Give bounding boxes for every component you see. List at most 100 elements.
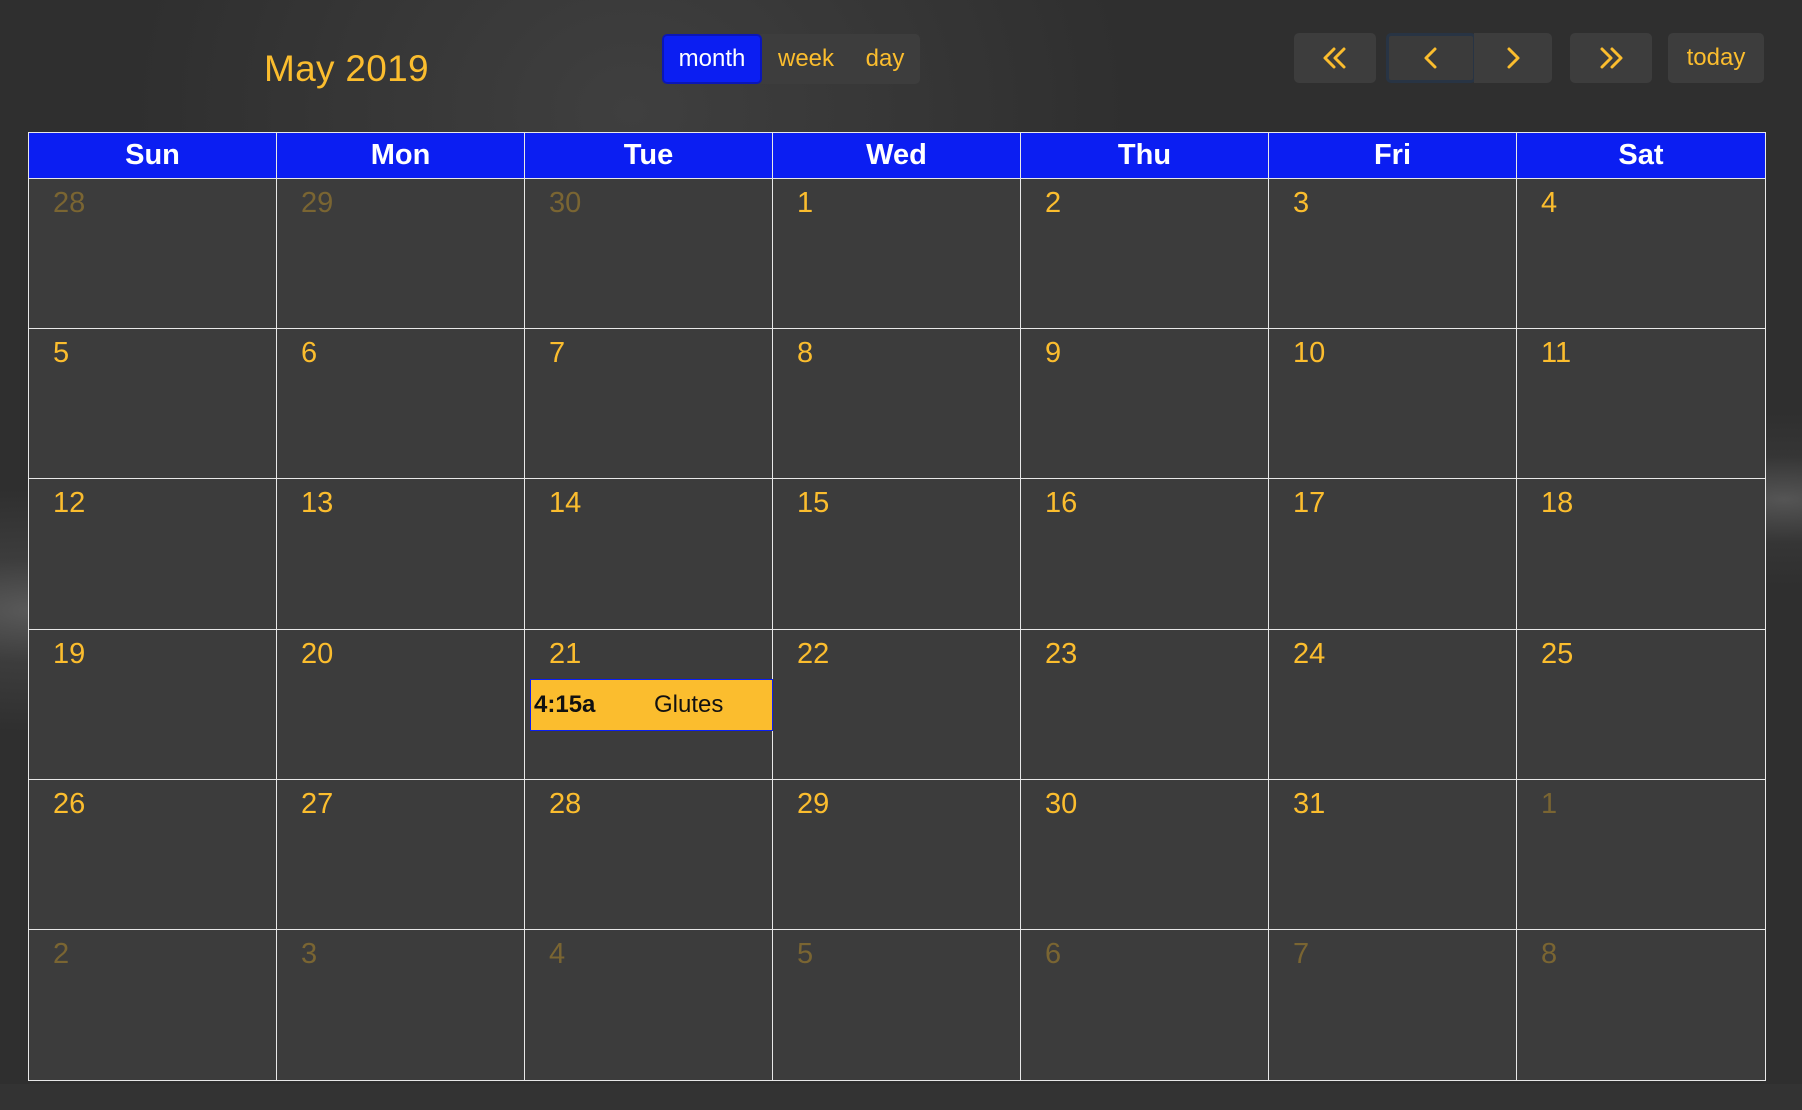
day-cell[interactable]: 25 [1517, 629, 1765, 779]
day-number[interactable]: 8 [1541, 938, 1557, 971]
week-row: 2 3 4 5 6 7 8 [29, 929, 1765, 1080]
day-number[interactable]: 4 [549, 938, 565, 971]
day-cell[interactable]: 2 [29, 929, 277, 1080]
day-number[interactable]: 3 [301, 938, 317, 971]
day-cell[interactable]: 5 [773, 929, 1021, 1080]
day-cell[interactable]: 29 [773, 779, 1021, 929]
day-cell[interactable]: 6 [277, 329, 525, 479]
day-number[interactable]: 18 [1541, 487, 1573, 520]
day-cell[interactable]: 27 [277, 779, 525, 929]
calendar-event[interactable]: 4:15a Glutes [530, 678, 773, 731]
day-number[interactable]: 31 [1293, 788, 1325, 821]
next-month-button[interactable] [1474, 33, 1552, 83]
event-time: 4:15a [534, 690, 596, 718]
day-number[interactable]: 29 [301, 187, 333, 220]
day-cell[interactable]: 3 [277, 929, 525, 1080]
day-number[interactable]: 30 [1045, 788, 1077, 821]
day-number[interactable]: 27 [301, 788, 333, 821]
day-number[interactable]: 9 [1045, 337, 1061, 370]
day-cell[interactable]: 4 [1517, 179, 1765, 329]
day-number[interactable]: 1 [797, 187, 813, 220]
day-number[interactable]: 11 [1541, 337, 1571, 370]
day-number[interactable]: 4 [1541, 187, 1557, 220]
day-number[interactable]: 12 [53, 487, 85, 520]
day-number[interactable]: 6 [1045, 938, 1061, 971]
day-number[interactable]: 20 [301, 638, 333, 671]
day-number[interactable]: 7 [1293, 938, 1309, 971]
day-number[interactable]: 16 [1045, 487, 1077, 520]
day-cell[interactable]: 30 [525, 179, 773, 329]
day-number[interactable]: 19 [53, 638, 85, 671]
day-cell[interactable]: 26 [29, 779, 277, 929]
day-cell[interactable]: 14 [525, 479, 773, 629]
day-cell[interactable]: 3 [1269, 179, 1517, 329]
day-cell[interactable]: 17 [1269, 479, 1517, 629]
day-cell[interactable]: 31 [1269, 779, 1517, 929]
month-view-button[interactable]: month [662, 34, 762, 84]
day-cell[interactable]: 12 [29, 479, 277, 629]
day-cell[interactable]: 18 [1517, 479, 1765, 629]
day-cell[interactable]: 28 [525, 779, 773, 929]
day-cell[interactable]: 7 [525, 329, 773, 479]
prev-month-button[interactable] [1386, 33, 1476, 83]
day-cell[interactable]: 1 [773, 179, 1021, 329]
day-cell[interactable]: 9 [1021, 329, 1269, 479]
day-view-button[interactable]: day [850, 34, 920, 84]
day-number[interactable]: 2 [1045, 187, 1061, 220]
day-number[interactable]: 23 [1045, 638, 1077, 671]
weekday-label: Sun [29, 133, 277, 178]
day-cell[interactable]: 19 [29, 629, 277, 779]
day-cell[interactable]: 16 [1021, 479, 1269, 629]
day-number[interactable]: 5 [797, 938, 813, 971]
day-cell[interactable]: 21 4:15a Glutes [525, 629, 773, 779]
day-cell[interactable]: 13 [277, 479, 525, 629]
weeks-container: 28 29 30 1 2 3 4 5 6 7 8 9 10 11 12 13 14 15 16 17 18 19 20 21 4… [29, 179, 1765, 1080]
month-grid: Sun Mon Tue Wed Thu Fri Sat 28 29 30 1 2 3 4 5 6 7 8 9 10 1… [28, 132, 1766, 1081]
day-cell[interactable]: 30 [1021, 779, 1269, 929]
day-number[interactable]: 30 [549, 187, 581, 220]
day-number[interactable]: 8 [797, 337, 813, 370]
day-cell[interactable]: 4 [525, 929, 773, 1080]
day-cell[interactable]: 28 [29, 179, 277, 329]
day-cell[interactable]: 23 [1021, 629, 1269, 779]
day-number[interactable]: 10 [1293, 337, 1325, 370]
day-number[interactable]: 15 [797, 487, 829, 520]
day-cell[interactable]: 10 [1269, 329, 1517, 479]
day-number[interactable]: 28 [549, 788, 581, 821]
day-cell[interactable]: 11 [1517, 329, 1765, 479]
prev-year-button[interactable] [1294, 33, 1376, 83]
day-cell[interactable]: 29 [277, 179, 525, 329]
day-number[interactable]: 22 [797, 638, 829, 671]
next-year-button[interactable] [1570, 33, 1652, 83]
day-cell[interactable]: 20 [277, 629, 525, 779]
day-cell[interactable]: 6 [1021, 929, 1269, 1080]
day-number[interactable]: 21 [549, 638, 581, 671]
day-number[interactable]: 24 [1293, 638, 1325, 671]
day-number[interactable]: 29 [797, 788, 829, 821]
day-number[interactable]: 1 [1541, 788, 1557, 821]
day-cell[interactable]: 15 [773, 479, 1021, 629]
day-number[interactable]: 5 [53, 337, 69, 370]
day-cell[interactable]: 5 [29, 329, 277, 479]
day-cell[interactable]: 22 [773, 629, 1021, 779]
day-cell[interactable]: 1 [1517, 779, 1765, 929]
day-number[interactable]: 13 [301, 487, 333, 520]
today-button[interactable]: today [1668, 33, 1764, 83]
day-number[interactable]: 17 [1293, 487, 1325, 520]
day-number[interactable]: 6 [301, 337, 317, 370]
day-number[interactable]: 2 [53, 938, 69, 971]
day-number[interactable]: 28 [53, 187, 85, 220]
day-number[interactable]: 7 [549, 337, 565, 370]
day-cell[interactable]: 8 [1517, 929, 1765, 1080]
day-cell[interactable]: 7 [1269, 929, 1517, 1080]
day-cell[interactable]: 2 [1021, 179, 1269, 329]
day-number[interactable]: 25 [1541, 638, 1573, 671]
day-cell[interactable]: 8 [773, 329, 1021, 479]
week-row: 26 27 28 29 30 31 1 [29, 779, 1765, 930]
week-view-button[interactable]: week [762, 34, 850, 84]
day-cell[interactable]: 24 [1269, 629, 1517, 779]
day-number[interactable]: 26 [53, 788, 85, 821]
day-number[interactable]: 3 [1293, 187, 1309, 220]
day-number[interactable]: 14 [549, 487, 581, 520]
week-row: 28 29 30 1 2 3 4 [29, 179, 1765, 330]
